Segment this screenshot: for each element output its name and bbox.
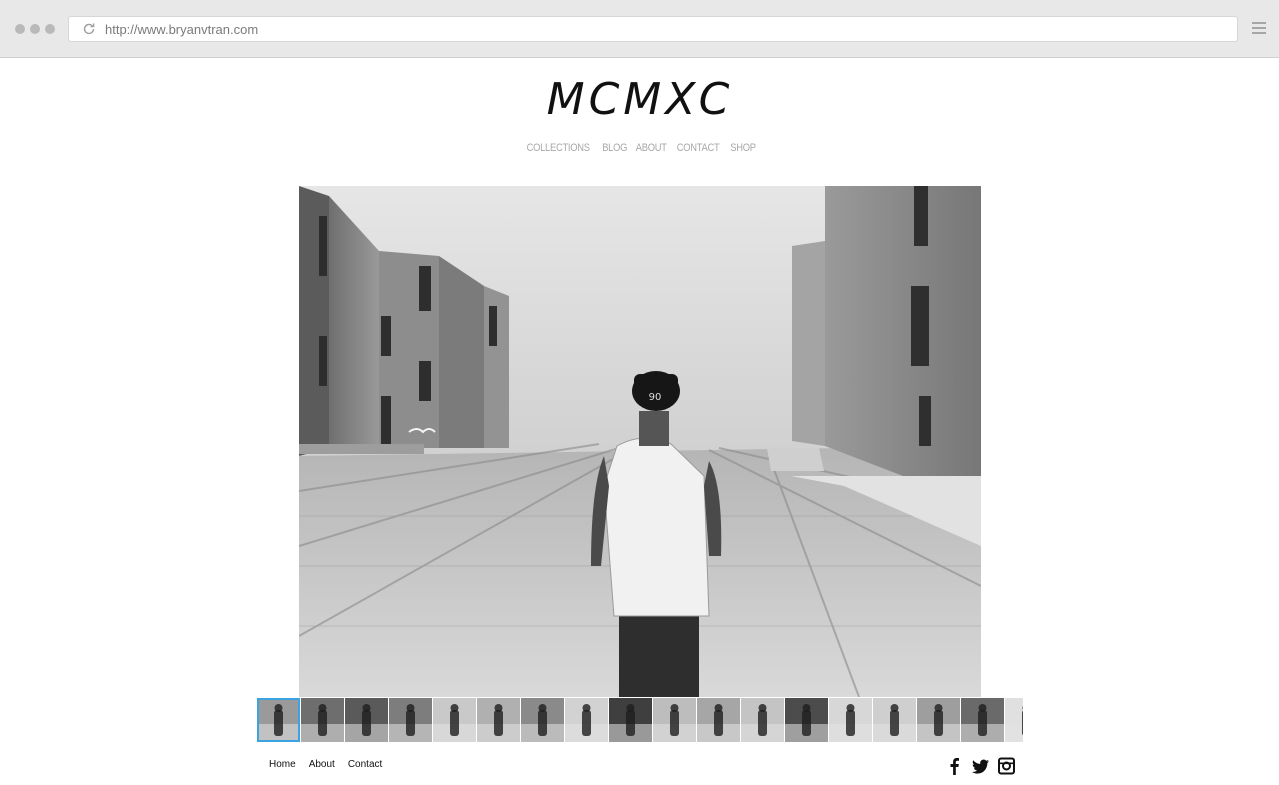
footer-nav: Home About Contact xyxy=(269,759,382,770)
thumbnail-strip xyxy=(257,698,1023,742)
gallery-thumbnail[interactable] xyxy=(653,698,696,742)
instagram-icon[interactable] xyxy=(998,757,1015,775)
twitter-icon[interactable] xyxy=(972,757,989,775)
cap-logo: 90 xyxy=(649,392,662,403)
gallery-thumbnail[interactable] xyxy=(389,698,432,742)
gallery-thumbnail[interactable] xyxy=(697,698,740,742)
minimize-window-button[interactable] xyxy=(30,24,40,34)
close-window-button[interactable] xyxy=(15,24,25,34)
footer-link-contact[interactable]: Contact xyxy=(348,759,382,770)
gallery-thumbnail[interactable] xyxy=(301,698,344,742)
gallery-thumbnail[interactable] xyxy=(345,698,388,742)
nav-blog[interactable]: BLOG xyxy=(602,142,627,154)
url-text: http://www.bryanvtran.com xyxy=(105,22,259,37)
gallery-thumbnail[interactable] xyxy=(741,698,784,742)
address-bar[interactable]: http://www.bryanvtran.com xyxy=(68,16,1238,42)
gallery-thumbnail[interactable] xyxy=(829,698,872,742)
gallery-thumbnail[interactable] xyxy=(565,698,608,742)
main-nav: COLLECTIONS BLOG ABOUT CONTACT SHOP xyxy=(0,142,1279,154)
gallery-thumbnail[interactable] xyxy=(1005,698,1023,742)
gallery-thumbnail[interactable] xyxy=(873,698,916,742)
gallery-thumbnail[interactable] xyxy=(477,698,520,742)
window-controls xyxy=(15,24,55,34)
reload-icon[interactable] xyxy=(82,22,96,36)
gallery-thumbnail[interactable] xyxy=(609,698,652,742)
gallery-thumbnail[interactable] xyxy=(917,698,960,742)
hero-photo[interactable]: 90 xyxy=(299,186,981,697)
gallery-thumbnail[interactable] xyxy=(433,698,476,742)
nav-collections[interactable]: COLLECTIONS xyxy=(527,142,590,154)
gallery-thumbnail[interactable] xyxy=(521,698,564,742)
gallery-thumbnail[interactable] xyxy=(785,698,828,742)
logo-text: MCMXC xyxy=(547,74,734,125)
nav-about[interactable]: ABOUT xyxy=(636,142,667,154)
gallery-thumbnail[interactable] xyxy=(257,698,300,742)
menu-icon[interactable] xyxy=(1252,22,1266,36)
footer-link-about[interactable]: About xyxy=(309,759,335,770)
nav-contact[interactable]: CONTACT xyxy=(677,142,720,154)
site-logo[interactable]: MCMXC xyxy=(520,70,760,130)
maximize-window-button[interactable] xyxy=(45,24,55,34)
nav-shop[interactable]: SHOP xyxy=(730,142,756,154)
facebook-icon[interactable] xyxy=(946,757,963,775)
footer-link-home[interactable]: Home xyxy=(269,759,296,770)
gallery-thumbnail[interactable] xyxy=(961,698,1004,742)
browser-toolbar: http://www.bryanvtran.com xyxy=(0,0,1279,58)
social-links xyxy=(946,757,1015,775)
